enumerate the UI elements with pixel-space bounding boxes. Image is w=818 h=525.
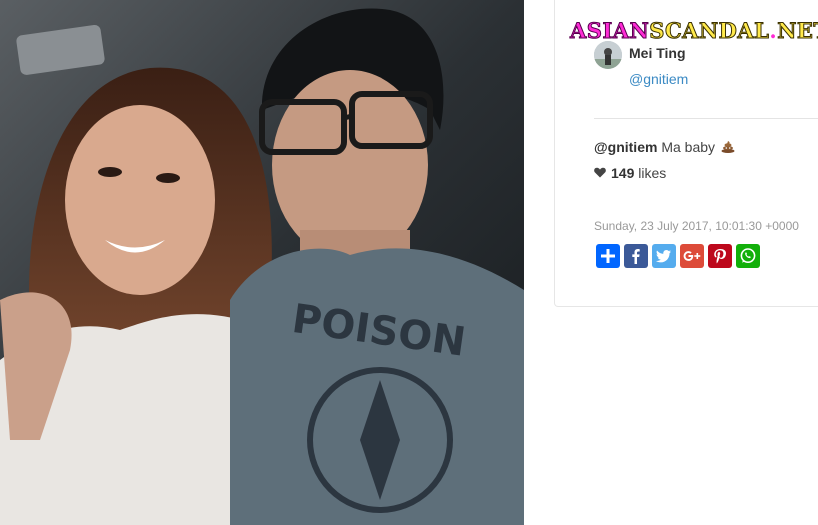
share-twitter-button[interactable] xyxy=(652,244,676,268)
caption-handle[interactable]: @gnitiem xyxy=(594,139,657,155)
share-googleplus-button[interactable] xyxy=(680,244,704,268)
share-facebook-button[interactable] xyxy=(624,244,648,268)
likes-number: 149 xyxy=(611,165,635,181)
avatar[interactable] xyxy=(594,41,622,69)
share-generic-button[interactable] xyxy=(596,244,620,268)
post-caption: @gnitiem Ma baby xyxy=(594,139,735,155)
site-watermark: ASIANSCANDAL.NET xyxy=(569,18,818,43)
google-plus-icon xyxy=(683,251,701,261)
watermark-part-scandal: SCANDAL xyxy=(649,18,770,43)
caption-text: Ma baby xyxy=(661,139,716,155)
watermark-part-net: NET xyxy=(777,18,818,43)
pinterest-icon xyxy=(714,249,726,264)
author-name[interactable]: Mei Ting xyxy=(629,45,686,61)
poop-emoji-icon xyxy=(721,141,735,153)
author-handle-link[interactable]: @gnitiem xyxy=(629,71,688,87)
post-timestamp: Sunday, 23 July 2017, 10:01:30 +0000 xyxy=(594,219,799,233)
share-whatsapp-button[interactable] xyxy=(736,244,760,268)
divider xyxy=(594,118,818,119)
selfie-photo-illustration: POISON xyxy=(0,0,524,525)
avatar-image-icon xyxy=(594,41,622,69)
post-photo[interactable]: POISON xyxy=(0,0,524,525)
twitter-icon xyxy=(656,250,671,263)
share-pinterest-button[interactable] xyxy=(708,244,732,268)
likes-label: likes xyxy=(638,165,667,181)
likes-count: 149 likes xyxy=(594,165,666,181)
share-buttons xyxy=(596,244,760,268)
plus-icon xyxy=(601,249,615,263)
facebook-icon xyxy=(632,249,640,264)
heart-icon xyxy=(594,167,606,178)
whatsapp-icon xyxy=(740,248,756,264)
watermark-part-asian: ASIAN xyxy=(569,18,650,43)
